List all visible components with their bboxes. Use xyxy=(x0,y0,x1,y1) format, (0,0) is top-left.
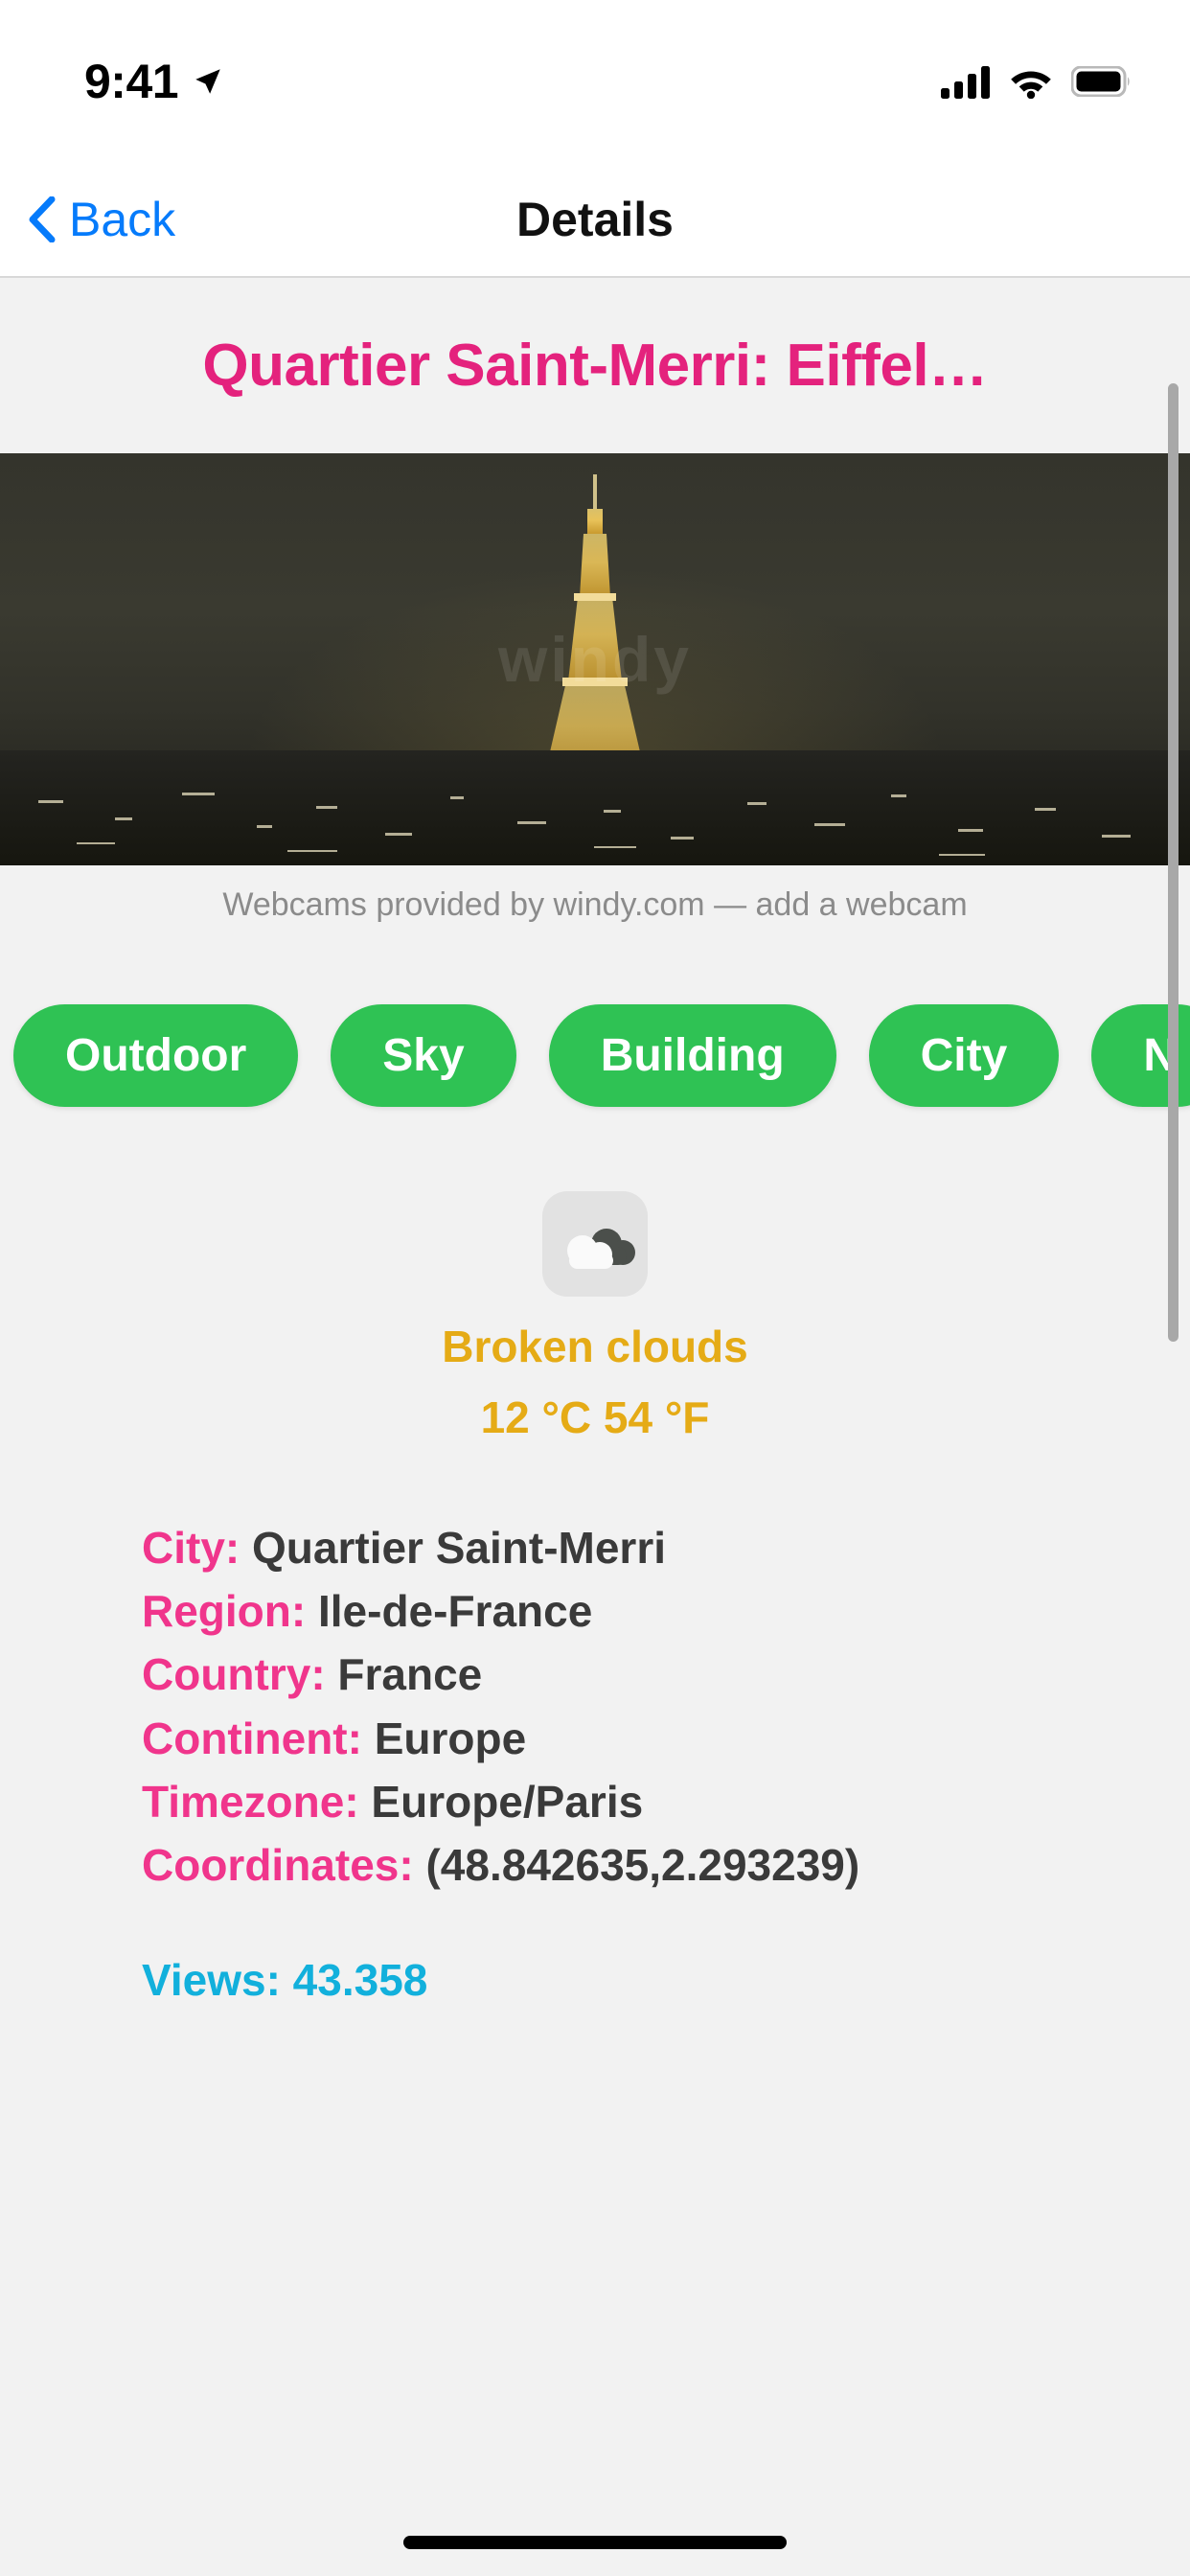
status-bar: 9:41 xyxy=(0,0,1190,163)
home-indicator[interactable] xyxy=(403,2536,787,2549)
tag-pill[interactable]: City xyxy=(869,1004,1060,1107)
broken-clouds-icon xyxy=(542,1191,648,1297)
detail-label: Coordinates: xyxy=(142,1840,414,1890)
detail-label: Continent: xyxy=(142,1714,362,1763)
phone-screen: 9:41 xyxy=(0,0,1190,2576)
tag-pill[interactable]: Outdoor xyxy=(13,1004,298,1107)
detail-scroll-view[interactable]: Quartier Saint-Merri: Eiffel… xyxy=(0,280,1190,2576)
detail-row: Region: Ile-de-France xyxy=(142,1579,1190,1643)
webcam-attribution[interactable]: Webcams provided by windy.com — add a we… xyxy=(0,865,1190,949)
detail-value: Quartier Saint-Merri xyxy=(252,1523,666,1573)
tag-row: Outdoor Sky Building City N xyxy=(0,1004,1190,1107)
detail-row: Country: France xyxy=(142,1643,1190,1706)
detail-label: Timezone: xyxy=(142,1777,359,1827)
detail-row: Timezone: Europe/Paris xyxy=(142,1770,1190,1833)
location-arrow-icon xyxy=(192,65,224,98)
weather-temperature: 12 °C 54 °F xyxy=(0,1391,1190,1446)
tag-pill[interactable]: Sky xyxy=(331,1004,515,1107)
page-title: Details xyxy=(0,196,1190,243)
views-counter: Views: 43.358 xyxy=(0,1897,1190,2007)
weather-section: Broken clouds 12 °C 54 °F xyxy=(0,1116,1190,1445)
detail-label: Country: xyxy=(142,1649,326,1699)
webcam-watermark: windy xyxy=(498,623,692,696)
webcam-title: Quartier Saint-Merri: Eiffel… xyxy=(0,280,1190,453)
detail-value: Ile-de-France xyxy=(318,1586,592,1636)
detail-value: France xyxy=(337,1649,482,1699)
details-list: City: Quartier Saint-Merri Region: Ile-d… xyxy=(0,1445,1190,1897)
wifi-icon xyxy=(1008,64,1054,99)
detail-label: Region: xyxy=(142,1586,306,1636)
weather-description: Broken clouds xyxy=(0,1320,1190,1375)
detail-label: City: xyxy=(142,1523,240,1573)
tag-pill[interactable]: Building xyxy=(549,1004,836,1107)
status-bar-right xyxy=(941,64,1131,99)
cellular-bars-icon xyxy=(941,64,991,99)
detail-value: Europe/Paris xyxy=(371,1777,643,1827)
detail-value: (48.842635,2.293239) xyxy=(425,1840,859,1890)
tag-list[interactable]: Outdoor Sky Building City N xyxy=(0,949,1190,1116)
navigation-bar: Back Details xyxy=(0,163,1190,278)
detail-row: Coordinates: (48.842635,2.293239) xyxy=(142,1833,1190,1897)
vertical-scrollbar[interactable] xyxy=(1168,383,1179,1342)
detail-row: Continent: Europe xyxy=(142,1707,1190,1770)
webcam-image[interactable]: windy xyxy=(0,453,1190,865)
webcam-city-lights xyxy=(0,750,1190,865)
status-bar-left: 9:41 xyxy=(84,58,224,105)
status-bar-clock: 9:41 xyxy=(84,58,178,105)
battery-full-icon xyxy=(1071,66,1131,97)
detail-value: Europe xyxy=(375,1714,526,1763)
detail-row: City: Quartier Saint-Merri xyxy=(142,1516,1190,1579)
